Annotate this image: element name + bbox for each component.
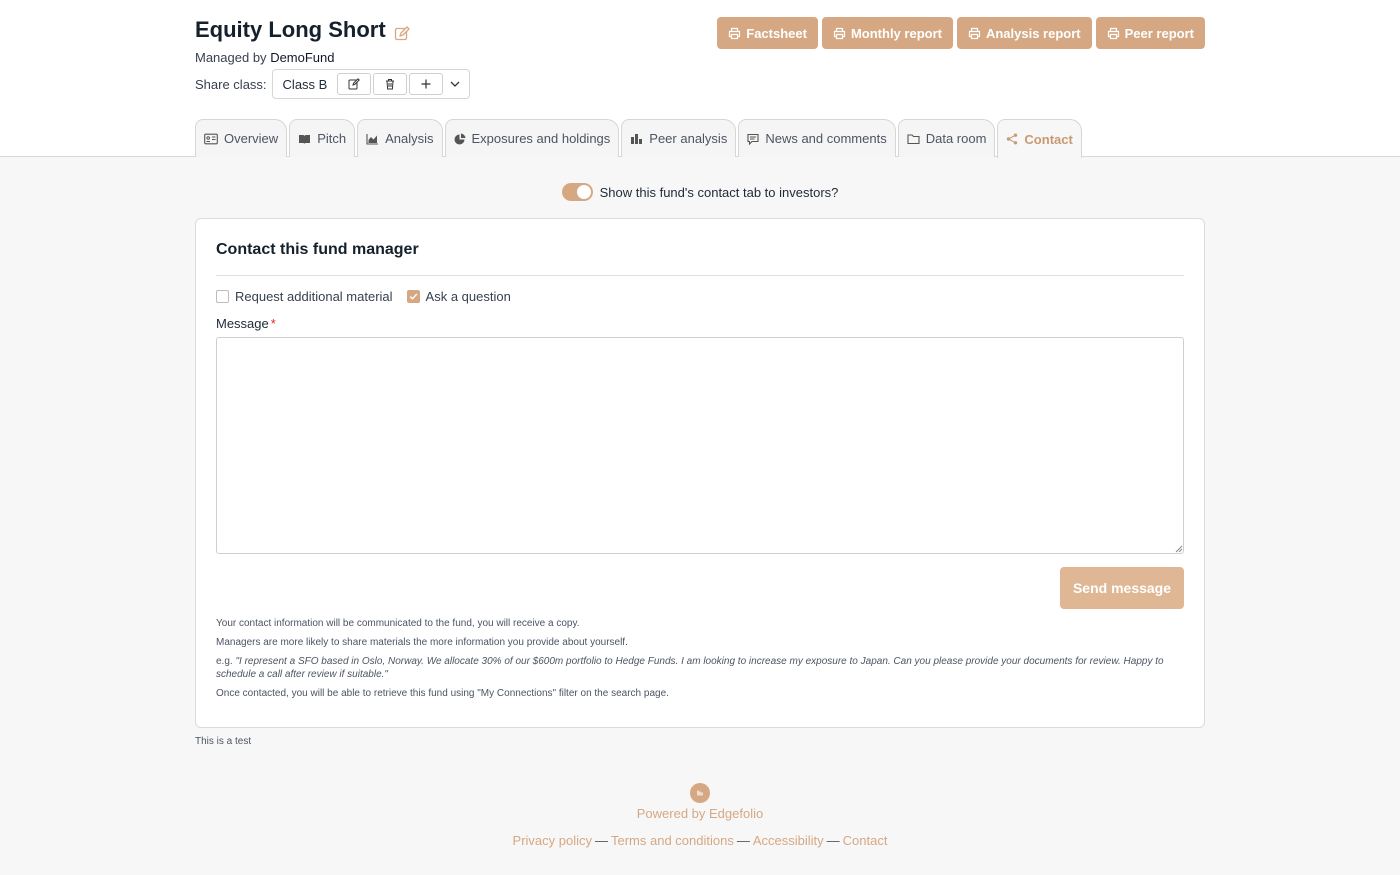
book-icon (299, 134, 311, 144)
tab-contact[interactable]: Contact (997, 119, 1082, 158)
test-note: This is a test (195, 736, 252, 747)
request-material-option[interactable]: Request additional material (216, 289, 393, 304)
request-material-checkbox[interactable] (216, 290, 229, 303)
contact-card-title: Contact this fund manager (216, 241, 419, 258)
send-message-button[interactable]: Send message (1060, 567, 1184, 609)
delete-share-class-button[interactable] (373, 73, 408, 95)
footer-separator: — (595, 833, 608, 848)
analysis-report-label: Analysis report (985, 25, 1081, 41)
note-example-text: "I represent a SFO based in Oslo, Norway… (216, 656, 1164, 680)
pie-chart-icon (454, 133, 466, 144)
tab-news-and-comments[interactable]: News and comments (738, 119, 896, 157)
id-card-icon (204, 133, 218, 144)
divider (216, 275, 1184, 276)
contact-notes: Your contact information will be communi… (216, 617, 1184, 706)
area-chart-icon (366, 133, 379, 145)
tab-exposures-and-holdings[interactable]: Exposures and holdings (444, 119, 620, 157)
share-class-selector: Class B (271, 69, 471, 99)
tab-overview[interactable]: Overview (195, 119, 288, 157)
printer-icon (729, 27, 741, 39)
footer-contact-link[interactable]: Contact (843, 833, 888, 848)
tab-data-room-label: Data room (925, 131, 987, 146)
tab-peer-analysis[interactable]: Peer analysis (621, 119, 737, 157)
message-label: Message * (216, 316, 276, 331)
contact-card: Contact this fund manager Request additi… (195, 218, 1205, 728)
resize-grip-icon[interactable] (1174, 544, 1183, 553)
privacy-policy-link[interactable]: Privacy policy (513, 833, 592, 848)
powered-by[interactable]: Powered by Edgefolio (0, 806, 1400, 821)
investor-visibility-label: Show this fund's contact tab to investor… (599, 184, 839, 200)
accessibility-link[interactable]: Accessibility (753, 833, 824, 848)
edit-icon (348, 78, 361, 90)
bar-chart-icon (631, 133, 643, 144)
factsheet-button[interactable]: Factsheet (717, 17, 818, 49)
edit-share-class-button[interactable] (337, 73, 372, 95)
peer-report-label: Peer report (1124, 25, 1194, 41)
factsheet-label: Factsheet (746, 25, 807, 41)
tab-overview-label: Overview (224, 131, 279, 146)
folder-icon (907, 133, 920, 144)
tab-contact-label: Contact (1024, 131, 1073, 147)
comment-icon (747, 133, 759, 145)
checkmark-icon (409, 293, 417, 300)
investor-visibility-toggle[interactable] (561, 183, 593, 201)
peer-report-button[interactable]: Peer report (1095, 17, 1205, 49)
edit-pencil-icon[interactable] (394, 22, 410, 41)
tab-peer-analysis-label: Peer analysis (649, 131, 728, 146)
printer-icon (968, 27, 981, 39)
share-icon (1007, 133, 1018, 145)
trash-icon (386, 79, 395, 90)
footer-links: Privacy policy — Terms and conditions — Acce… (0, 833, 1400, 848)
fund-header: Equity Long Short Managed by DemoFund Sh… (0, 0, 1400, 158)
printer-icon (1107, 27, 1119, 39)
note-connections: Once contacted, you will be able to retr… (216, 688, 669, 699)
footer-separator: — (736, 833, 750, 848)
share-class-row: Share class: Class B (195, 69, 471, 99)
message-label-text: Message (216, 316, 269, 331)
ask-question-option[interactable]: Ask a question (406, 289, 511, 304)
manager-name[interactable]: DemoFund (270, 50, 334, 65)
tab-data-room[interactable]: Data room (897, 119, 996, 157)
ask-question-label: Ask a question (425, 289, 511, 304)
tab-analysis-label: Analysis (385, 131, 434, 146)
fund-tabs: Overview Pitch Analysis Exposures and ho… (195, 119, 1082, 158)
note-more-info: Managers are more likely to share materi… (216, 637, 628, 648)
terms-link[interactable]: Terms and conditions (611, 833, 734, 848)
note-example-prefix: e.g. (216, 656, 236, 667)
monthly-report-label: Monthly report (850, 25, 942, 41)
contact-options: Request additional material Ask a questi… (216, 289, 511, 304)
edgefolio-logo (690, 783, 710, 803)
printer-icon (833, 27, 846, 39)
investor-visibility-row: Show this fund's contact tab to investor… (0, 183, 1400, 201)
report-buttons: Factsheet Monthly report Analysis report… (717, 17, 1205, 49)
analysis-report-button[interactable]: Analysis report (956, 17, 1092, 49)
note-example: e.g. "I represent a SFO based in Oslo, N… (216, 655, 1184, 681)
message-textarea[interactable] (216, 337, 1184, 554)
note-copy: Your contact information will be communi… (216, 618, 580, 629)
request-material-label: Request additional material (235, 289, 393, 304)
tab-pitch[interactable]: Pitch (289, 119, 356, 157)
add-share-class-button[interactable] (409, 73, 444, 95)
share-class-value[interactable]: Class B (273, 77, 336, 92)
monthly-report-button[interactable]: Monthly report (821, 17, 953, 49)
tab-news-label: News and comments (765, 131, 887, 146)
fund-title: Equity Long Short (195, 17, 386, 42)
managed-by: Managed by DemoFund (195, 50, 335, 65)
managed-by-prefix: Managed by (195, 50, 267, 65)
chevron-down-icon (450, 81, 460, 87)
share-class-label: Share class: (195, 76, 267, 92)
edgefolio-logo-icon (697, 790, 703, 796)
tab-analysis[interactable]: Analysis (357, 119, 443, 157)
footer-separator: — (826, 833, 840, 848)
required-mark: * (270, 316, 276, 331)
tab-pitch-label: Pitch (317, 131, 347, 146)
share-class-dropdown-button[interactable] (445, 73, 465, 95)
ask-question-checkbox[interactable] (406, 290, 420, 303)
plus-icon (421, 79, 431, 89)
fund-title-row: Equity Long Short (195, 17, 410, 43)
tab-exposures-label: Exposures and holdings (471, 131, 611, 146)
